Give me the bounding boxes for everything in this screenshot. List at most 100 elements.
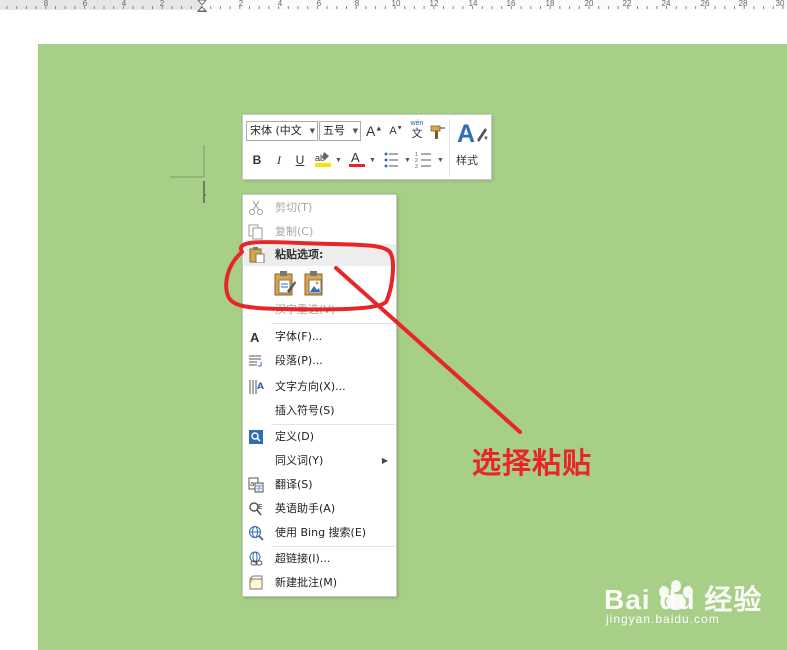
shrink-font-icon: A <box>389 125 397 137</box>
menu-item-font[interactable]: A 字体(F)... <box>243 325 396 349</box>
paragraph-icon <box>249 355 262 367</box>
ruler-number: 8 <box>43 0 49 8</box>
menu-item-label: 使用 Bing 搜索(E) <box>275 526 367 539</box>
svg-text:A: A <box>351 150 360 165</box>
menu-item-cut[interactable]: 剪切(T) <box>243 196 396 220</box>
italic-button[interactable]: I <box>273 153 285 168</box>
font-color-button[interactable]: A ▼ <box>347 150 377 170</box>
menu-item-reconvert[interactable]: 汉字重选(V) <box>243 300 396 320</box>
ruler-number: 2 <box>238 0 244 8</box>
numbering-button[interactable]: 1 2 3 ▼ <box>415 151 445 169</box>
menu-divider <box>271 323 395 324</box>
menu-item-label: 插入符号(S) <box>275 404 335 417</box>
menu-item-copy[interactable]: 复制(C) <box>243 220 396 244</box>
underline-button[interactable]: U <box>294 153 306 167</box>
menu-item-label: 剪切(T) <box>275 201 313 214</box>
phonetic-guide-button[interactable]: wén 文 <box>408 120 426 140</box>
menu-item-bing-search[interactable]: 使用 Bing 搜索(E) <box>243 521 396 545</box>
phonetic-char: 文 <box>411 128 423 140</box>
svg-text:A: A <box>257 382 264 392</box>
svg-text:✶: ✶ <box>248 577 254 585</box>
ruler-number: 16 <box>506 0 516 8</box>
menu-item-text-direction[interactable]: A 文字方向(X)... <box>243 375 396 399</box>
svg-text:字: 字 <box>256 484 262 492</box>
ruler-number: 24 <box>661 0 671 8</box>
new-comment-icon: ✶ <box>248 575 263 590</box>
styles-label[interactable]: 样式 <box>456 152 478 168</box>
ruler-number: 2 <box>159 0 165 8</box>
translate-icon: a 字 <box>248 477 264 493</box>
ruler-number: 12 <box>429 0 439 8</box>
menu-item-label: 汉字重选(V) <box>275 303 336 316</box>
svg-text:3: 3 <box>415 164 418 169</box>
svg-text:▼: ▼ <box>437 157 444 164</box>
highlight-color-button[interactable]: ab ▼ <box>313 150 343 170</box>
ruler-number: 6 <box>82 0 88 8</box>
mini-formatting-toolbar: 宋体 (中文 ▼ 五号 ▼ A▲ A▼ wén 文 B I U ab ▼ A ▼… <box>242 114 492 180</box>
menu-item-paragraph[interactable]: 段落(P)... <box>243 349 396 373</box>
ruler-number: 4 <box>277 0 283 8</box>
menu-item-label: 段落(P)... <box>275 354 323 367</box>
menu-item-english-assistant[interactable]: E 英语助手(A) <box>243 497 396 521</box>
menu-item-label: 同义词(Y) <box>275 454 324 467</box>
toolbar-divider <box>449 119 450 177</box>
menu-item-define[interactable]: 定义(D) <box>243 425 396 449</box>
format-painter-icon[interactable] <box>429 123 447 141</box>
ruler-number: 10 <box>391 0 401 8</box>
bullets-button[interactable]: ▼ <box>382 151 412 169</box>
svg-text:A: A <box>457 120 475 148</box>
menu-item-label: 英语助手(A) <box>275 502 336 515</box>
svg-text:A: A <box>250 330 260 345</box>
menu-item-hyperlink[interactable]: 超链接(I)... <box>243 547 396 571</box>
ruler-number: 22 <box>622 0 632 8</box>
svg-text:E: E <box>258 503 262 511</box>
svg-text:▼: ▼ <box>404 157 411 164</box>
menu-item-label: 新建批注(M) <box>275 576 338 589</box>
phonetic-pinyin: wén <box>410 120 424 127</box>
menu-item-insert-symbol[interactable]: 插入符号(S) <box>243 399 396 423</box>
ruler-number: 18 <box>545 0 555 8</box>
menu-item-label: 文字方向(X)... <box>275 380 346 393</box>
paste-as-picture-icon[interactable] <box>303 271 327 297</box>
chevron-down-icon: ▼ <box>352 127 358 135</box>
bold-button[interactable]: B <box>251 153 263 167</box>
font-icon: A <box>250 330 260 345</box>
font-name-value: 宋体 (中文 <box>250 124 302 137</box>
horizontal-ruler[interactable]: 8 6 4 2 2 4 6 8 10 12 14 16 18 20 22 24 … <box>0 0 787 18</box>
hyperlink-icon <box>249 551 263 566</box>
chevron-down-icon: ▼ <box>309 127 315 135</box>
text-direction-icon: A <box>249 380 264 394</box>
grow-font-button[interactable]: A▲ <box>366 123 382 139</box>
ruler-number: 26 <box>700 0 710 8</box>
svg-text:▼: ▼ <box>483 136 489 142</box>
english-assistant-icon: E <box>249 502 262 516</box>
font-size-select[interactable]: 五号 ▼ <box>319 121 361 141</box>
menu-item-synonyms[interactable]: 同义词(Y) ▶ <box>243 449 396 473</box>
page-top-margin <box>0 12 787 44</box>
styles-icon[interactable]: A ▼ <box>455 118 489 148</box>
annotation-callout: 选择粘贴 <box>472 446 593 480</box>
menu-item-label: 定义(D) <box>275 430 315 443</box>
menu-item-label: 超链接(I)... <box>275 552 331 565</box>
copy-icon <box>248 224 263 240</box>
text-margin-corner-mark <box>170 145 206 203</box>
menu-item-translate[interactable]: a 字 翻译(S) <box>243 473 396 497</box>
ruler-number: 28 <box>738 0 748 8</box>
menu-item-new-comment[interactable]: ✶ 新建批注(M) <box>243 571 396 595</box>
scissors-icon <box>249 200 263 215</box>
paste-keep-source-formatting-icon[interactable] <box>273 271 297 297</box>
menu-item-label: 复制(C) <box>275 225 314 238</box>
grow-font-icon: A <box>366 123 376 139</box>
workspace-background <box>0 12 38 650</box>
svg-text:▼: ▼ <box>369 157 376 164</box>
shrink-font-button[interactable]: A▼ <box>388 125 404 137</box>
ruler-number: 30 <box>775 0 785 8</box>
font-name-select[interactable]: 宋体 (中文 ▼ <box>246 121 318 141</box>
ruler-number: 20 <box>584 0 594 8</box>
watermark-url: jingyan.baidu.com <box>606 612 720 626</box>
paste-options-label: 粘贴选项: <box>275 248 324 261</box>
ruler-number: 8 <box>354 0 360 8</box>
paste-icon <box>249 247 265 263</box>
svg-text:▼: ▼ <box>335 157 342 164</box>
font-size-value: 五号 <box>323 124 345 137</box>
